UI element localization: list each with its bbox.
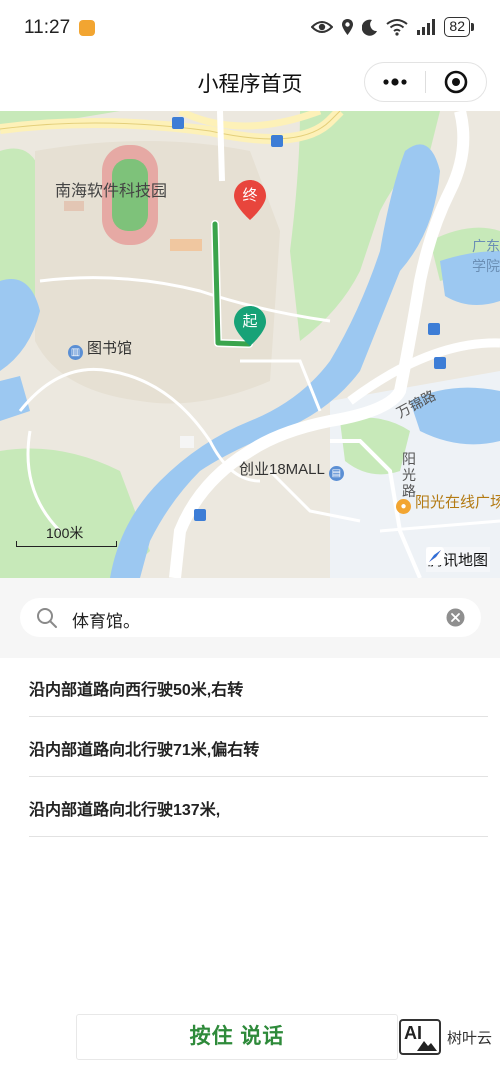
- battery-indicator: 82: [444, 17, 474, 37]
- route-steps-list: 沿内部道路向西行驶50米,右转 沿内部道路向北行驶71米,偏右转 沿内部道路向北…: [29, 657, 488, 837]
- hold-to-talk-button[interactable]: 按住 说话: [76, 1014, 398, 1060]
- watermark-logo: AI: [398, 1019, 441, 1055]
- watermark-text: 树叶云: [446, 1029, 492, 1047]
- mall-label-text: 创业18MALL: [239, 461, 325, 478]
- battery-cap: [471, 23, 474, 31]
- library-label: ▥ 图书馆: [68, 337, 132, 360]
- shopping-icon: ▤: [328, 466, 344, 481]
- tencent-map-icon: [425, 547, 444, 565]
- clear-icon[interactable]: [446, 608, 465, 627]
- watermark: AI 树叶云: [398, 1019, 492, 1055]
- status-time: 11:27: [24, 17, 71, 38]
- moon-icon: [362, 19, 378, 36]
- end-marker[interactable]: 终: [233, 179, 267, 221]
- nav-bar: 小程序首页: [0, 56, 500, 111]
- library-label-text: 图书馆: [87, 340, 133, 357]
- more-dots-icon: [383, 78, 407, 86]
- map-scale-bar: [16, 541, 117, 547]
- college-label-2: 学院: [472, 258, 500, 274]
- plaza-label-text: 阳光在线广场: [415, 494, 500, 511]
- search-icon: [37, 608, 57, 628]
- plaza-label: ● 阳光在线广场: [396, 491, 500, 514]
- library-icon: ▥: [68, 345, 83, 360]
- map-view[interactable]: 终 起 南海软件科技园 ▥ 图书馆 创业18MALL ▤ 万锦路 阳光路 ● 阳光在线…: [0, 111, 500, 578]
- location-icon: [342, 19, 354, 35]
- search-section: 体育馆。: [0, 578, 500, 658]
- status-bar: 11:27 82: [0, 0, 500, 56]
- map-scale-label: 100米: [46, 525, 84, 541]
- campus-label: 南海软件科技园: [55, 183, 168, 200]
- target-close-icon: [444, 70, 468, 94]
- search-value: 体育馆。: [72, 612, 140, 631]
- route-step[interactable]: 沿内部道路向北行驶137米,: [29, 777, 488, 837]
- app-notification-icon: [79, 20, 95, 36]
- route-step[interactable]: 沿内部道路向北行驶71米,偏右转: [29, 717, 488, 777]
- battery-level: 82: [444, 17, 470, 37]
- wifi-icon: [386, 19, 409, 36]
- eye-icon: [311, 21, 334, 33]
- tencent-map-logo: 腾讯地图: [425, 547, 490, 572]
- route-step[interactable]: 沿内部道路向西行驶50米,右转: [29, 657, 488, 717]
- college-label-1: 广东: [472, 238, 500, 254]
- mall-label: 创业18MALL ▤: [239, 458, 348, 481]
- plaza-icon: ●: [396, 499, 411, 514]
- start-marker[interactable]: 起: [233, 305, 267, 347]
- mini-program-capsule: [364, 62, 487, 102]
- signal-icon: [417, 19, 436, 35]
- status-icons: 82: [311, 17, 474, 37]
- search-input[interactable]: 体育馆。: [20, 598, 481, 637]
- more-button[interactable]: [365, 63, 425, 101]
- start-marker-label: 起: [242, 313, 258, 330]
- close-mini-program-button[interactable]: [426, 63, 486, 101]
- watermark-mountain-icon: [416, 1041, 437, 1051]
- end-marker-label: 终: [242, 187, 258, 204]
